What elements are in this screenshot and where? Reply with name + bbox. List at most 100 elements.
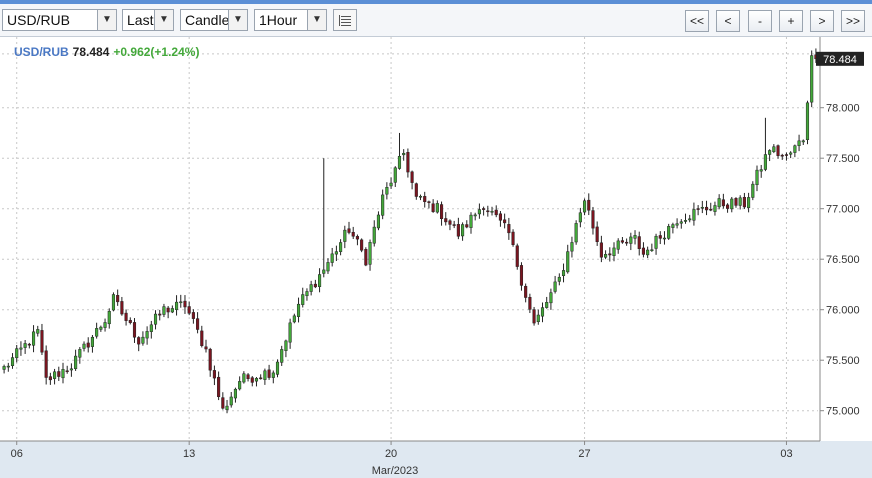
candle-body — [322, 269, 326, 274]
candle-body — [326, 262, 330, 272]
candle-body — [309, 284, 313, 292]
price-type-value: Last — [127, 12, 154, 28]
candle-body — [768, 150, 772, 155]
chart-type-select[interactable]: Candle ▼ — [180, 9, 248, 31]
candle-body — [427, 201, 431, 203]
nav-next-button[interactable]: > — [810, 10, 834, 32]
list-button[interactable] — [333, 9, 357, 31]
candle-body — [132, 322, 137, 338]
candle-body — [204, 346, 208, 350]
nav-first-button[interactable]: << — [685, 10, 709, 32]
candle-body — [86, 342, 90, 348]
candle-body — [713, 205, 717, 212]
candle-body — [158, 313, 162, 316]
zoom-in-button[interactable]: + — [779, 10, 803, 32]
candle-body — [805, 102, 810, 140]
candle-body — [747, 197, 751, 208]
y-tick-label: 77.000 — [826, 204, 860, 216]
candle-body — [250, 377, 254, 383]
candle-body — [435, 203, 439, 213]
candle-body — [393, 167, 397, 183]
candle-body — [292, 315, 296, 323]
candle-body — [772, 146, 776, 152]
candle-body — [679, 221, 683, 224]
candle-body — [10, 357, 15, 366]
candle-body — [111, 294, 116, 311]
candle-body — [650, 249, 654, 251]
candle-body — [149, 324, 153, 332]
candle-body — [301, 294, 305, 305]
candle-body — [423, 196, 427, 203]
candle-body — [368, 242, 372, 265]
last-price-label: 78.484 — [823, 54, 857, 66]
candle-body — [662, 237, 667, 240]
candle-body — [381, 194, 385, 216]
legend-symbol: USD/RUB — [14, 45, 69, 59]
nav-last-button[interactable]: >> — [841, 10, 865, 32]
candle-body — [667, 226, 671, 239]
candle-body — [166, 307, 170, 313]
candle-body — [507, 224, 511, 234]
candle-body — [742, 196, 746, 208]
candle-body — [755, 169, 759, 186]
nav-prev-button[interactable]: < — [716, 10, 740, 32]
candle-body — [19, 347, 23, 350]
candle-body — [414, 183, 418, 197]
candle-body — [612, 247, 616, 256]
candle-body — [473, 214, 477, 217]
candle-body — [620, 240, 624, 243]
symbol-select[interactable]: USD/RUB ▼ — [2, 9, 117, 31]
candle-body — [751, 183, 755, 198]
candle-body — [397, 155, 402, 169]
candle-body — [545, 302, 549, 308]
x-tick-label: 06 — [11, 448, 23, 460]
candle-body — [372, 226, 376, 244]
candle-body — [183, 300, 187, 308]
candle-body — [53, 371, 57, 379]
candle-body — [482, 208, 486, 210]
candle-body — [536, 314, 540, 322]
candle-body — [490, 210, 494, 213]
zoom-out-button[interactable]: - — [748, 10, 772, 32]
candlestick-chart[interactable]: 75.000 75.500 76.000 76.500 77.000 77.500 78.0… — [0, 37, 872, 478]
candle-body — [683, 220, 688, 222]
y-tick-label: 77.500 — [826, 153, 860, 165]
candle-body — [69, 368, 73, 371]
candle-body — [431, 203, 435, 212]
candle-body — [23, 343, 27, 348]
legend-value: 78.484 — [72, 45, 110, 59]
candle-body — [591, 210, 595, 229]
candle-body — [78, 349, 82, 358]
candle-body — [439, 204, 444, 220]
candle-body — [641, 247, 645, 255]
last-price-tag: 78.484 — [816, 51, 864, 66]
candle-body — [334, 251, 338, 255]
candle-body — [288, 322, 292, 343]
candle-body — [709, 208, 713, 211]
candle-body — [145, 331, 149, 339]
candle-body — [225, 405, 229, 410]
x-axis-band — [0, 441, 872, 478]
candle-body — [103, 322, 107, 328]
candle-body — [776, 145, 780, 156]
candle-body — [717, 198, 721, 208]
candle-body — [347, 228, 351, 233]
candle-body — [90, 336, 94, 347]
candle-body — [595, 226, 599, 243]
candle-body — [503, 219, 507, 224]
candle-body — [532, 309, 536, 324]
price-type-select[interactable]: Last ▼ — [122, 9, 174, 31]
interval-select[interactable]: 1Hour ▼ — [254, 9, 327, 31]
candle-body — [763, 154, 767, 170]
candle-body — [444, 218, 448, 223]
candle-body — [793, 145, 797, 153]
candle-body — [465, 224, 469, 228]
candle-body — [343, 229, 347, 242]
candle-body — [280, 349, 284, 363]
legend-change: +0.962(+1.24%) — [113, 45, 200, 59]
candle-body — [212, 370, 216, 379]
candle-body — [141, 336, 145, 344]
candle-body — [162, 306, 166, 315]
candle-body — [675, 223, 679, 226]
candle-body — [452, 224, 456, 226]
